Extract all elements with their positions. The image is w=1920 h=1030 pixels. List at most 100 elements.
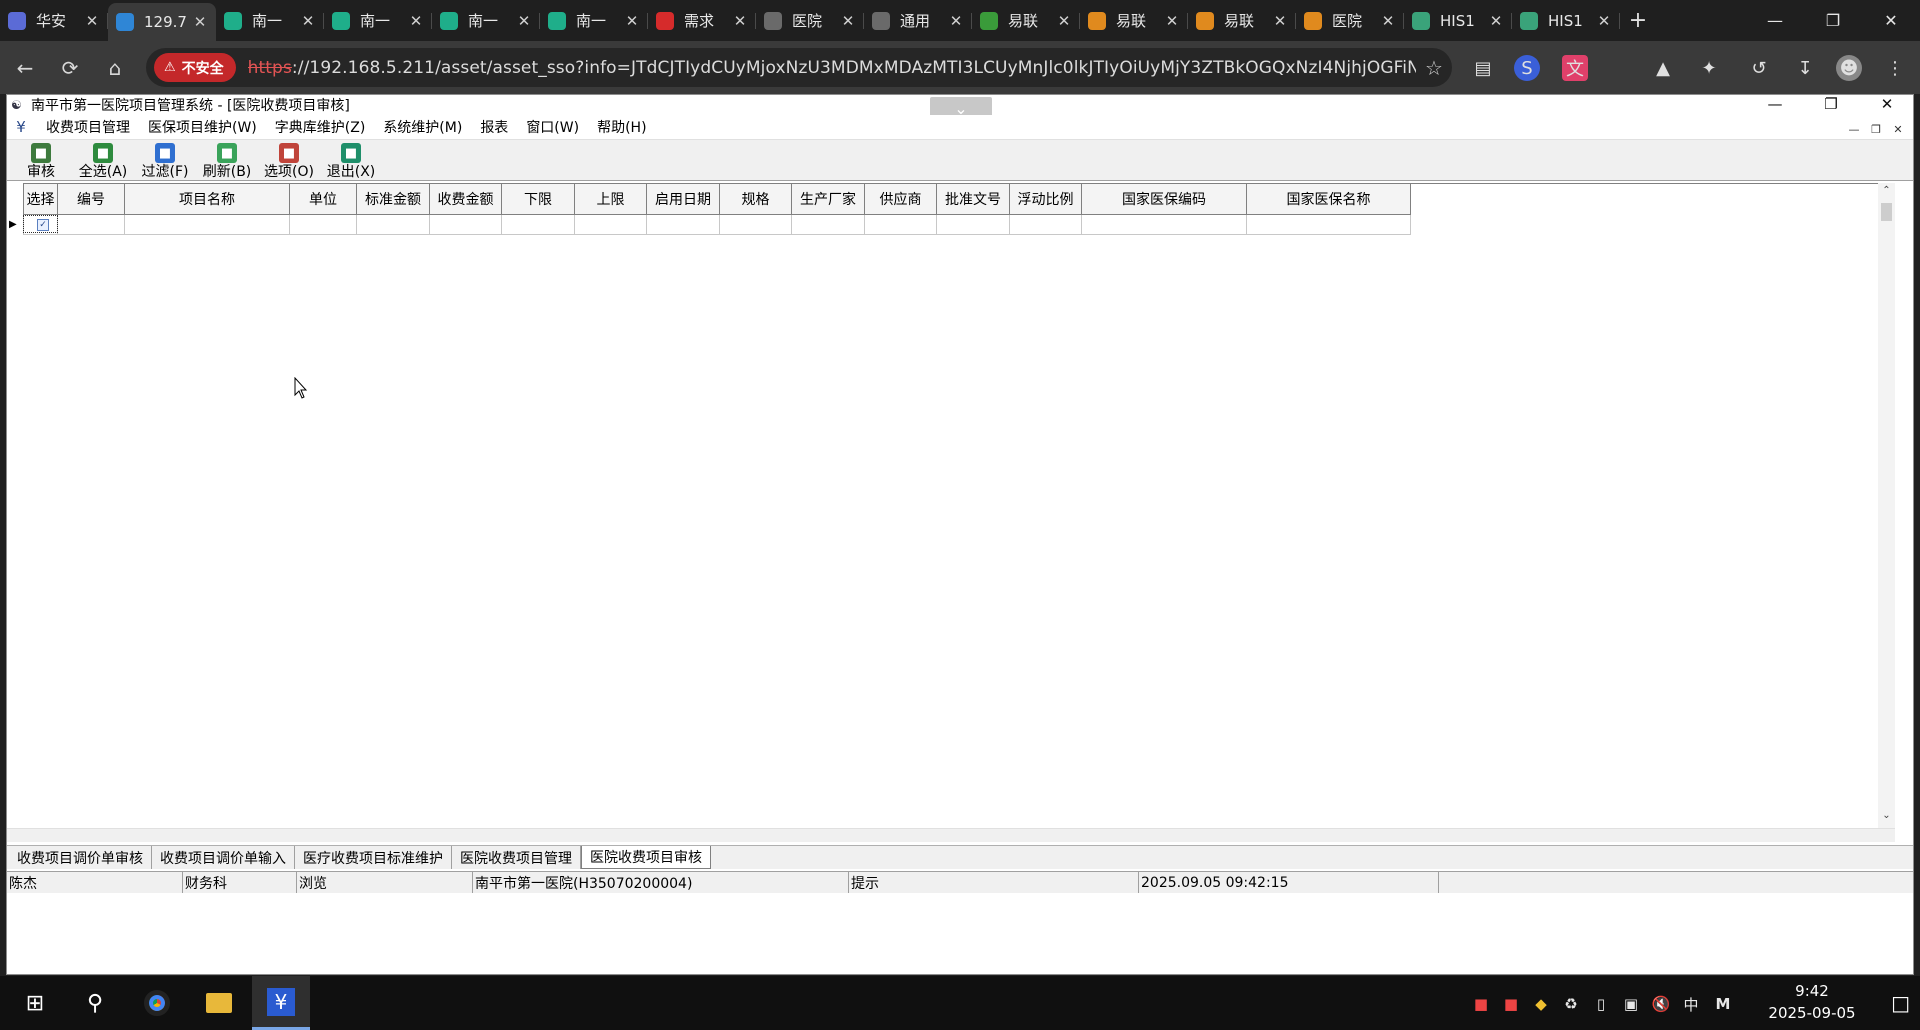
close-icon[interactable]: ✕ xyxy=(408,12,424,30)
browser-restore-button[interactable]: ❐ xyxy=(1804,0,1862,41)
insecure-badge[interactable]: ⚠ 不安全 xyxy=(154,53,236,82)
volume-muted-icon[interactable]: 🔇 xyxy=(1650,993,1672,1015)
browser-tab[interactable]: 易联 ✕ xyxy=(972,4,1080,38)
close-icon[interactable]: ✕ xyxy=(84,12,100,30)
browser-close-button[interactable]: ✕ xyxy=(1862,0,1920,41)
column-header[interactable]: 供应商 xyxy=(865,184,937,215)
network-icon[interactable]: ▣ xyxy=(1620,993,1642,1015)
tray-app2-icon[interactable]: ■ xyxy=(1500,993,1522,1015)
close-icon[interactable]: ✕ xyxy=(300,12,316,30)
app-minimize-button[interactable]: — xyxy=(1749,95,1801,115)
menu-item[interactable]: 收费项目管理 xyxy=(37,117,139,137)
browser-tab[interactable]: HIS1 ✕ xyxy=(1512,4,1620,38)
scroll-down-icon[interactable]: ⌄ xyxy=(1878,810,1895,826)
table-cell[interactable] xyxy=(290,215,357,235)
table-cell[interactable] xyxy=(1082,215,1247,235)
close-icon[interactable]: ✕ xyxy=(948,12,964,30)
table-row[interactable] xyxy=(23,215,1895,235)
window-tab[interactable]: 收费项目调价单输入 xyxy=(152,846,295,869)
download-icon[interactable]: ↧ xyxy=(1792,55,1818,81)
menu-item[interactable]: 系统维护(M) xyxy=(374,117,471,137)
close-icon[interactable]: ✕ xyxy=(1380,12,1396,30)
column-header[interactable]: 国家医保名称 xyxy=(1247,184,1411,215)
extension-triangle-icon[interactable]: ▲ xyxy=(1650,55,1676,81)
home-icon[interactable]: ⌂ xyxy=(100,53,130,83)
new-tab-button[interactable]: + xyxy=(1620,8,1656,33)
back-icon[interactable]: ← xyxy=(10,53,40,83)
browser-tab[interactable]: 易联 ✕ xyxy=(1080,4,1188,38)
toolbar-button[interactable]: ■ 选项(O) xyxy=(261,143,317,180)
browser-tab[interactable]: 易联 ✕ xyxy=(1188,4,1296,38)
app-close-button[interactable]: ✕ xyxy=(1861,95,1913,115)
column-header[interactable]: 单位 xyxy=(290,184,357,215)
close-icon[interactable]: ✕ xyxy=(1596,12,1612,30)
column-header[interactable]: 规格 xyxy=(720,184,792,215)
menu-item[interactable]: 字典库维护(Z) xyxy=(266,117,375,137)
close-icon[interactable]: ✕ xyxy=(840,12,856,30)
table-cell[interactable] xyxy=(357,215,430,235)
column-header[interactable]: 上限 xyxy=(575,184,647,215)
mdi-close-button[interactable]: ✕ xyxy=(1889,123,1907,136)
menu-item[interactable]: 医保项目维护(W) xyxy=(139,117,266,137)
close-icon[interactable]: ✕ xyxy=(1056,12,1072,30)
close-icon[interactable]: ✕ xyxy=(1488,12,1504,30)
close-icon[interactable]: ✕ xyxy=(192,13,208,31)
scroll-up-icon[interactable]: ⌃ xyxy=(1878,185,1895,201)
column-header[interactable]: 编号 xyxy=(58,184,125,215)
tray-usb-icon[interactable]: ▯ xyxy=(1590,993,1612,1015)
search-icon[interactable]: ⚲ xyxy=(66,976,124,1030)
menu-item[interactable]: 报表 xyxy=(471,117,517,137)
close-icon[interactable]: ✕ xyxy=(1164,12,1180,30)
extensions-puzzle-icon[interactable]: ✦ xyxy=(1696,55,1722,81)
table-cell[interactable] xyxy=(792,215,865,235)
grid-vertical-scrollbar[interactable]: ⌃ ⌄ xyxy=(1878,183,1895,828)
translate-icon[interactable]: 文 xyxy=(1562,55,1588,81)
table-cell[interactable] xyxy=(937,215,1010,235)
toolbar-button[interactable]: ■ 刷新(B) xyxy=(199,143,255,180)
mdi-restore-button[interactable]: ❐ xyxy=(1867,123,1885,136)
browser-tab[interactable]: 华安 ✕ xyxy=(0,4,108,38)
browser-tab[interactable]: 需求 ✕ xyxy=(648,4,756,38)
column-header[interactable]: 收费金额 xyxy=(430,184,502,215)
table-cell[interactable] xyxy=(647,215,720,235)
chrome-icon[interactable] xyxy=(128,976,186,1030)
menu-item[interactable]: 窗口(W) xyxy=(517,117,588,137)
window-tab[interactable]: 医院收费项目审核 xyxy=(581,846,711,869)
column-header[interactable]: 生产厂家 xyxy=(792,184,865,215)
his-app-taskbar-icon[interactable]: ¥ xyxy=(252,976,310,1030)
history-icon[interactable]: ↺ xyxy=(1746,55,1772,81)
column-header[interactable]: 项目名称 xyxy=(125,184,290,215)
table-cell[interactable] xyxy=(575,215,647,235)
taskbar-clock[interactable]: 9:42 2025-09-05 xyxy=(1762,980,1862,1024)
window-tab[interactable]: 医疗收费项目标准维护 xyxy=(295,846,452,869)
toolbar-button[interactable]: ■ 退出(X) xyxy=(323,143,379,180)
column-header[interactable]: 下限 xyxy=(502,184,575,215)
close-icon[interactable]: ✕ xyxy=(1272,12,1288,30)
url-text[interactable]: https://192.168.5.211/asset/asset_sso?in… xyxy=(248,58,1416,78)
close-icon[interactable]: ✕ xyxy=(624,12,640,30)
tray-m-icon[interactable]: M xyxy=(1712,993,1734,1015)
mdi-minimize-button[interactable]: — xyxy=(1845,123,1863,136)
reader-mode-icon[interactable]: ▤ xyxy=(1470,55,1496,81)
table-cell[interactable] xyxy=(125,215,290,235)
browser-tab[interactable]: 医院 ✕ xyxy=(1296,4,1404,38)
browser-tab[interactable]: 通用 ✕ xyxy=(864,4,972,38)
browser-menu-icon[interactable]: ⋮ xyxy=(1882,55,1908,81)
tray-app1-icon[interactable]: ■ xyxy=(1470,993,1492,1015)
app-restore-button[interactable]: ❐ xyxy=(1805,95,1857,115)
browser-tab[interactable]: 南一 ✕ xyxy=(432,4,540,38)
close-icon[interactable]: ✕ xyxy=(516,12,532,30)
profile-avatar[interactable]: ☻ xyxy=(1836,55,1862,81)
toolbar-button[interactable]: ■ 过滤(F) xyxy=(137,143,193,180)
close-icon[interactable]: ✕ xyxy=(732,12,748,30)
window-tab[interactable]: 收费项目调价单审核 xyxy=(9,846,152,869)
notification-icon[interactable]: □ xyxy=(1891,991,1910,1015)
file-explorer-icon[interactable] xyxy=(190,976,248,1030)
browser-tab[interactable]: HIS1 ✕ xyxy=(1404,4,1512,38)
table-cell[interactable] xyxy=(1010,215,1082,235)
tray-shield-icon[interactable]: ◆ xyxy=(1530,993,1552,1015)
browser-minimize-button[interactable]: — xyxy=(1746,0,1804,41)
windows-start-icon[interactable]: ⊞ xyxy=(6,976,64,1030)
window-tab[interactable]: 医院收费项目管理 xyxy=(452,846,581,869)
toolbar-button[interactable]: ■ 审核 xyxy=(13,143,69,180)
